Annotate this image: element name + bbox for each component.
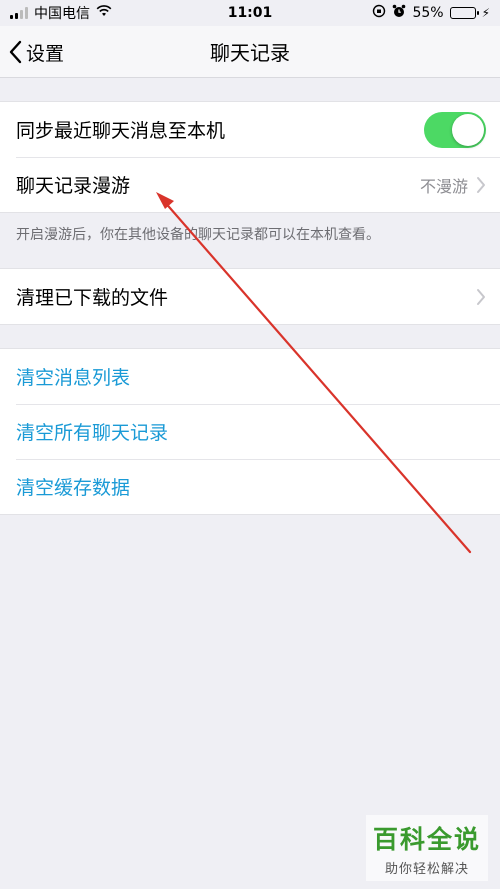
battery-icon (449, 7, 479, 19)
status-bar: 中国电信 11:01 55% ⚡ (0, 0, 500, 26)
clear-downloaded-files-row[interactable]: 清理已下载的文件 (0, 269, 500, 324)
toggle-knob (452, 113, 484, 146)
chevron-right-icon (476, 288, 486, 306)
sync-settings-group: 同步最近聊天消息至本机 聊天记录漫游 不漫游 (0, 101, 500, 213)
watermark-logo: 百科全说 助你轻松解决 (366, 815, 488, 881)
clear-all-chats-label: 清空所有聊天记录 (16, 422, 169, 444)
chat-roaming-label: 聊天记录漫游 (16, 175, 131, 197)
clear-cache-button[interactable]: 清空缓存数据 (0, 459, 500, 514)
clear-message-list-button[interactable]: 清空消息列表 (0, 349, 500, 404)
chat-roaming-row[interactable]: 聊天记录漫游 不漫游 (0, 157, 500, 212)
alarm-icon (392, 4, 406, 22)
downloads-group: 清理已下载的文件 (0, 268, 500, 325)
watermark-subtitle: 助你轻松解决 (384, 861, 469, 877)
chevron-right-icon (476, 176, 486, 194)
rotation-lock-icon (372, 4, 386, 22)
back-label: 设置 (26, 42, 65, 65)
chevron-left-icon (9, 40, 22, 64)
chat-roaming-value: 不漫游 (419, 176, 468, 196)
clear-actions-group: 清空消息列表 清空所有聊天记录 清空缓存数据 (0, 348, 500, 515)
back-button[interactable]: 设置 (8, 26, 64, 78)
watermark-title: 百科全说 (372, 824, 481, 854)
charging-bolt-icon: ⚡ (481, 6, 490, 20)
wifi-icon (96, 5, 112, 21)
sync-recent-messages-toggle[interactable] (424, 111, 486, 148)
clear-downloaded-files-label: 清理已下载的文件 (16, 287, 169, 309)
battery-percent: 55% (412, 5, 444, 21)
sync-recent-messages-label: 同步最近聊天消息至本机 (16, 120, 226, 142)
carrier-label: 中国电信 (34, 6, 90, 22)
clear-message-list-label: 清空消息列表 (16, 367, 131, 389)
clear-all-chats-button[interactable]: 清空所有聊天记录 (0, 404, 500, 459)
page-title: 聊天记录 (210, 41, 290, 65)
signal-icon (10, 7, 28, 19)
clear-cache-label: 清空缓存数据 (16, 477, 131, 499)
navigation-bar: 设置 聊天记录 (0, 26, 500, 78)
sync-recent-messages-row: 同步最近聊天消息至本机 (0, 102, 500, 157)
roaming-footnote: 开启漫游后，你在其他设备的聊天记录都可以在本机查看。 (16, 227, 380, 243)
